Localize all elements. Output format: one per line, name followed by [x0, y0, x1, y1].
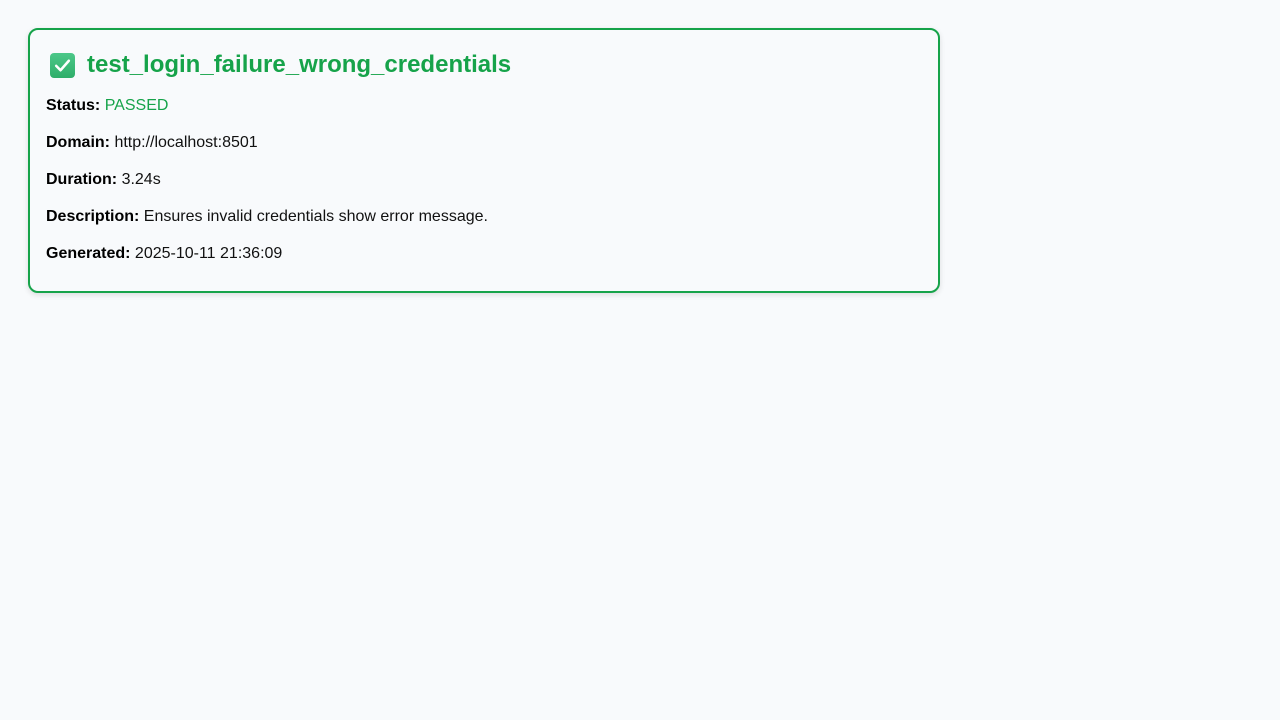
- duration-field: Duration: 3.24s: [46, 170, 161, 190]
- domain-label: Domain:: [46, 134, 110, 151]
- duration-value: 3.24s: [121, 171, 161, 188]
- generated-field: Generated: 2025-10-11 21:36:09: [46, 244, 282, 264]
- generated-label: Generated:: [46, 245, 131, 262]
- domain-field: Domain: http://localhost:8501: [46, 133, 258, 153]
- test-title-row: test_login_failure_wrong_credentials: [50, 50, 511, 80]
- description-label: Description:: [46, 208, 140, 225]
- status-field: Status: PASSED: [46, 96, 168, 116]
- test-report-card: test_login_failure_wrong_credentials Sta…: [28, 28, 940, 293]
- description-value: Ensures invalid credentials show error m…: [143, 208, 488, 225]
- test-title: test_login_failure_wrong_credentials: [87, 51, 512, 78]
- status-value: PASSED: [104, 97, 169, 114]
- status-label: Status:: [46, 97, 101, 114]
- check-mark-icon: [50, 52, 75, 78]
- duration-label: Duration:: [46, 171, 118, 188]
- generated-value: 2025-10-11 21:36:09: [134, 245, 283, 262]
- domain-value: http://localhost:8501: [114, 134, 258, 151]
- description-field: Description: Ensures invalid credentials…: [46, 207, 488, 227]
